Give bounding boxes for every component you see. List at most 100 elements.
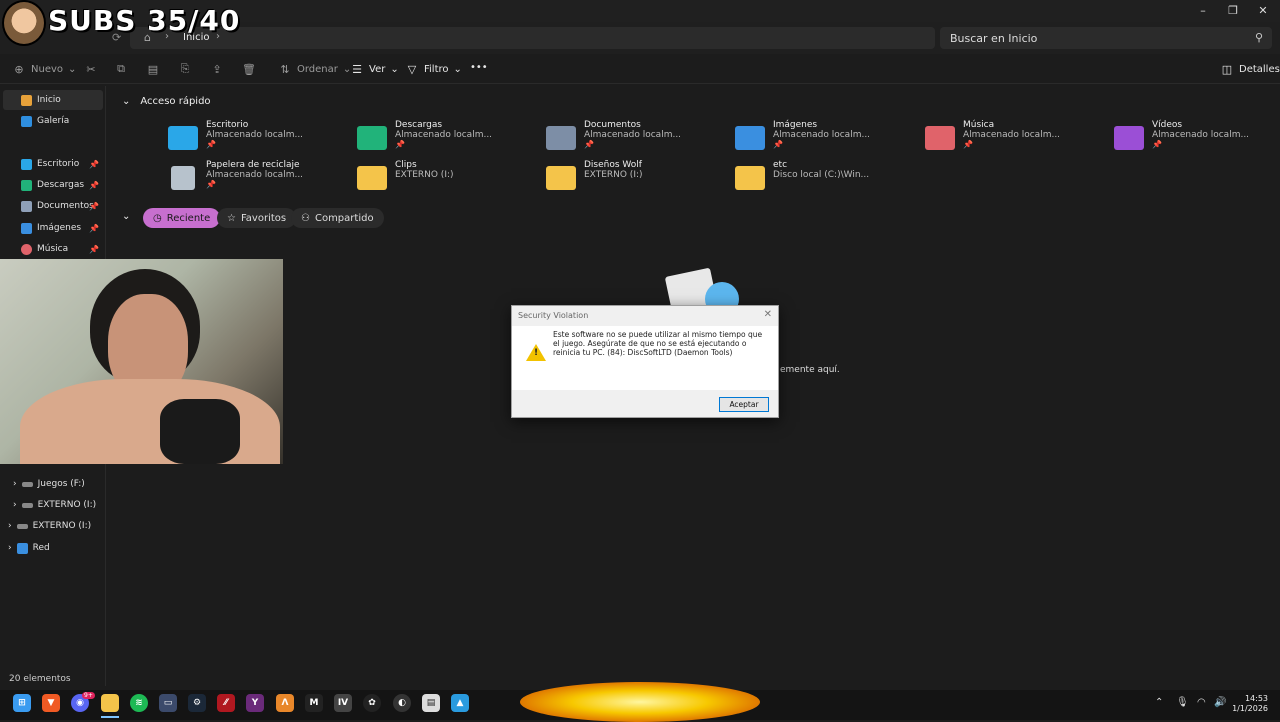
- quick-access-item[interactable]: etc Disco local (C:)\Win...: [735, 160, 915, 190]
- quick-access-item[interactable]: Vídeos Almacenado localm... 📌: [1114, 120, 1280, 150]
- app-icon[interactable]: ▭: [159, 694, 177, 712]
- sort-icon: ⇅: [280, 62, 290, 76]
- volume-icon[interactable]: 🔊: [1214, 697, 1226, 708]
- sidebar-item-juegos[interactable]: › Juegos (F:): [3, 474, 103, 494]
- maximize-button[interactable]: ❐: [1218, 0, 1248, 20]
- tab-reciente[interactable]: ◷ Reciente: [143, 208, 221, 228]
- clipboard-icon: ▤: [147, 62, 159, 76]
- chevron-down-icon: ⌄: [68, 63, 77, 75]
- sidebar-item-descargas[interactable]: Descargas 📌: [3, 175, 103, 195]
- command-bar: [0, 56, 1280, 84]
- sidebar-item-musica[interactable]: Música 📌: [3, 239, 103, 259]
- rename-button[interactable]: ⎘: [178, 62, 192, 76]
- webcam-overlay: [0, 259, 283, 464]
- minimize-button[interactable]: –: [1188, 0, 1218, 20]
- quick-access-item[interactable]: Escritorio Almacenado localm... 📌: [168, 120, 348, 150]
- cut-button[interactable]: ✂: [84, 62, 98, 76]
- quick-access-item[interactable]: Papelera de reciclaje Almacenado localm..…: [168, 160, 348, 190]
- openai-app-icon[interactable]: ✿: [363, 694, 381, 712]
- clock-time: 14:53: [1244, 694, 1268, 703]
- brave-app-icon[interactable]: ▼: [42, 694, 60, 712]
- image-icon: [21, 222, 32, 234]
- quick-access-item[interactable]: Imágenes Almacenado localm... 📌: [735, 120, 915, 150]
- chevron-right-icon: ›: [13, 479, 17, 489]
- sidebar-item-label: Inicio: [37, 95, 61, 105]
- shirt-shape: [20, 379, 280, 464]
- clock[interactable]: 14:53 1/1/2026: [1232, 694, 1268, 714]
- chevron-down-icon[interactable]: ⌄: [122, 211, 130, 222]
- search-input[interactable]: Buscar en Inicio: [940, 27, 1272, 49]
- spotify-app-icon[interactable]: ≋: [130, 694, 148, 712]
- quick-access-item[interactable]: Diseños Wolf EXTERNO (I:): [546, 160, 726, 190]
- chevron-up-icon[interactable]: ⌃: [1155, 697, 1163, 708]
- wifi-icon[interactable]: ◠: [1197, 697, 1206, 708]
- sidebar-item-externo[interactable]: › EXTERNO (I:): [3, 516, 103, 536]
- microphone-icon[interactable]: 🎙: [1176, 697, 1189, 708]
- desktop-folder-icon: [168, 126, 198, 150]
- details-button[interactable]: ◫ Detalles: [1220, 62, 1280, 76]
- app-icon[interactable]: ⁄⁄: [217, 694, 235, 712]
- sidebar-item-red[interactable]: › Red: [3, 538, 103, 558]
- documents-folder-icon: [546, 126, 576, 150]
- copy-button[interactable]: ⧉: [114, 62, 128, 76]
- quick-access-item[interactable]: Música Almacenado localm... 📌: [925, 120, 1105, 150]
- copy-icon: ⧉: [117, 62, 125, 75]
- pin-icon: 📌: [89, 180, 99, 190]
- filter-label: Filtro: [424, 63, 449, 75]
- tab-label: Favoritos: [240, 212, 287, 224]
- quick-access-title: Acceso rápido: [140, 96, 211, 107]
- pin-icon: 📌: [773, 140, 783, 149]
- tab-compartido[interactable]: ⚇ Compartido: [291, 208, 384, 228]
- app-icon[interactable]: Λ: [276, 694, 294, 712]
- item-location: Almacenado localm...: [773, 130, 871, 140]
- app-icon[interactable]: ◐: [393, 694, 411, 712]
- tab-favoritos[interactable]: ☆ Favoritos: [217, 208, 297, 228]
- sidebar-item-inicio[interactable]: Inicio: [3, 90, 103, 110]
- delete-button[interactable]: 🗑: [242, 62, 256, 76]
- chevron-right-icon: ›: [8, 521, 12, 531]
- app-icon[interactable]: M: [305, 694, 323, 712]
- sidebar-item-escritorio[interactable]: Escritorio 📌: [3, 154, 103, 174]
- folder-icon: [546, 166, 576, 190]
- view-button[interactable]: ☰ Ver ⌄: [350, 62, 399, 76]
- home-icon: [21, 94, 32, 106]
- app-icon[interactable]: ▲: [451, 694, 469, 712]
- more-options-button[interactable]: •••: [470, 62, 488, 73]
- sort-button[interactable]: ⇅ Ordenar ⌄: [278, 62, 351, 76]
- sidebar-item-galeria[interactable]: Galería: [3, 111, 103, 131]
- clock-date: 1/1/2026: [1232, 704, 1268, 713]
- sidebar-item-externo-drive[interactable]: › EXTERNO (I:): [3, 495, 103, 515]
- app-icon[interactable]: ▤: [422, 694, 440, 712]
- pin-icon: 📌: [89, 159, 99, 169]
- pin-icon: 📌: [584, 140, 594, 149]
- videos-folder-icon: [1114, 126, 1144, 150]
- details-pane-icon: ◫: [1221, 62, 1233, 76]
- sidebar-item-imagenes[interactable]: Imágenes 📌: [3, 218, 103, 238]
- sidebar-item-label: Red: [32, 543, 50, 553]
- item-location: EXTERNO (I:): [395, 170, 454, 180]
- paste-button[interactable]: ▤: [146, 62, 160, 76]
- quick-access-item[interactable]: Clips EXTERNO (I:): [357, 160, 537, 190]
- item-location: Almacenado localm...: [963, 130, 1061, 140]
- app-icon[interactable]: Y: [246, 694, 264, 712]
- quick-access-item[interactable]: Documentos Almacenado localm... 📌: [546, 120, 726, 150]
- app-icon[interactable]: IV: [334, 694, 352, 712]
- steam-app-icon[interactable]: ⚙: [188, 694, 206, 712]
- filter-button[interactable]: ▽ Filtro ⌄: [405, 62, 462, 76]
- dialog-close-button[interactable]: ✕: [764, 309, 772, 320]
- sidebar-item-documentos[interactable]: Documentos 📌: [3, 196, 103, 216]
- close-button[interactable]: ✕: [1248, 0, 1278, 20]
- address-bar[interactable]: [130, 27, 935, 49]
- quick-access-header[interactable]: ⌄ Acceso rápido: [122, 96, 211, 107]
- folder-icon: [357, 166, 387, 190]
- new-button[interactable]: ⊕ Nuevo ⌄: [12, 62, 76, 76]
- sidebar-item-label: Escritorio: [37, 159, 80, 169]
- share-button[interactable]: ⇪: [210, 62, 224, 76]
- sort-label: Ordenar: [297, 63, 338, 75]
- start-button[interactable]: ⊞: [13, 694, 31, 712]
- file-explorer-app-icon[interactable]: [101, 694, 119, 712]
- quick-access-item[interactable]: Descargas Almacenado localm... 📌: [357, 120, 537, 150]
- pin-icon: 📌: [206, 140, 216, 149]
- accept-button[interactable]: Aceptar: [719, 397, 769, 412]
- download-icon: [21, 179, 32, 191]
